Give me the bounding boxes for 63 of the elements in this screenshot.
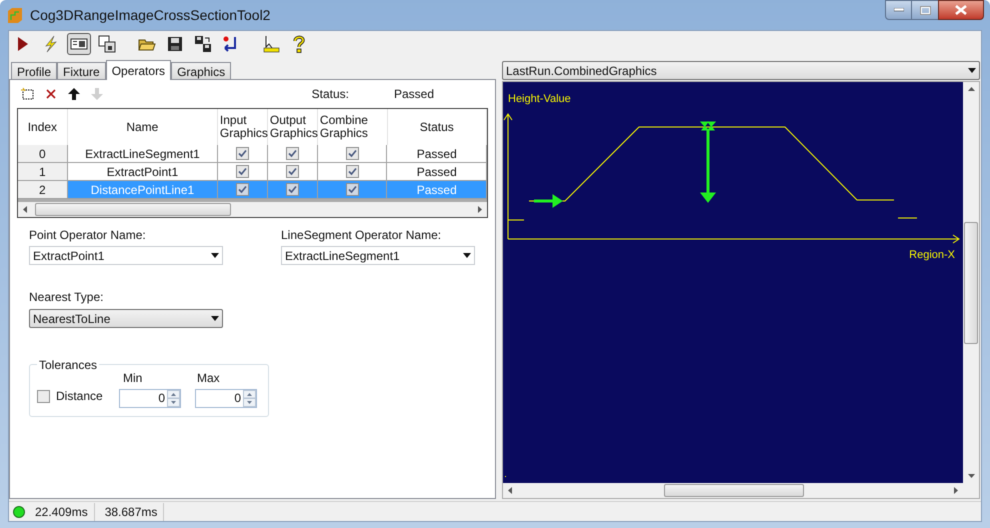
maximize-button[interactable] <box>912 0 938 20</box>
y-axis-label: Height-Value <box>508 92 571 107</box>
maximize-icon <box>920 6 930 14</box>
windows-icon <box>98 35 116 53</box>
dropdown-arrow-icon <box>463 253 471 258</box>
dropdown-arrow-icon <box>211 316 219 321</box>
checkbox[interactable] <box>286 147 299 160</box>
number-field[interactable]: 0 <box>119 389 181 408</box>
close-button[interactable] <box>938 0 984 20</box>
minimize-icon <box>894 8 904 12</box>
checkbox[interactable] <box>37 390 50 402</box>
checkbox[interactable] <box>236 147 250 160</box>
toolbar-button[interactable] <box>67 33 91 55</box>
checkbox[interactable] <box>346 183 359 196</box>
new-item-icon[interactable] <box>21 87 35 101</box>
row-index: 1 <box>18 163 68 181</box>
table-row[interactable]: 1 ExtractPoint1 Passed <box>18 163 487 181</box>
row-index: 0 <box>18 145 68 163</box>
point-arrow <box>534 194 563 208</box>
delete-icon[interactable] <box>44 87 58 101</box>
pointer-ruler-icon <box>262 35 280 53</box>
point-operator-dropdown[interactable]: ExtractPoint1 <box>29 246 223 265</box>
graphics-selector-dropdown[interactable]: LastRun.CombinedGraphics <box>502 61 980 80</box>
field-label: Point Operator Name: <box>29 227 147 244</box>
horizontal-scrollbar[interactable] <box>18 202 487 217</box>
spinner-arrows-icon[interactable] <box>243 390 256 407</box>
table-row[interactable]: 2 DistancePointLine1 Passed <box>18 181 487 199</box>
checkbox[interactable] <box>236 165 250 178</box>
tab[interactable]: Profile <box>11 62 58 79</box>
checkbox[interactable] <box>236 183 250 196</box>
checkbox[interactable] <box>346 165 359 178</box>
tab[interactable]: Operators <box>106 60 172 80</box>
status-label: Status: <box>312 86 349 103</box>
tab[interactable]: Graphics <box>171 62 232 79</box>
dropdown-arrow-icon <box>968 68 976 73</box>
field-label: Min <box>122 370 144 387</box>
spinner-arrows-icon[interactable] <box>167 390 180 407</box>
field-label: Max <box>196 370 221 387</box>
app-icon <box>6 6 24 24</box>
checkbox[interactable] <box>286 183 299 196</box>
dropdown-arrow-icon <box>211 253 219 258</box>
number-field[interactable]: 0 <box>195 389 257 408</box>
table-cell: Passed <box>387 181 488 199</box>
status-value: Passed <box>394 86 434 103</box>
timing-text: 22.409ms <box>29 502 95 520</box>
timing-text: 38.687ms <box>98 502 164 520</box>
checkbox-label: Distance <box>56 388 103 405</box>
floppy-disks-icon <box>194 35 212 53</box>
tab[interactable]: Fixture <box>57 62 106 79</box>
line-segment-operator-dropdown[interactable]: ExtractLineSegment1 <box>281 246 475 265</box>
table-row[interactable]: 0 ExtractLineSegment1 Passed <box>18 145 487 163</box>
row-index: 2 <box>18 181 68 199</box>
nearest-type-dropdown[interactable]: NearestToLine <box>29 309 223 328</box>
checkbox[interactable] <box>346 147 359 160</box>
table-cell: DistancePointLine1 <box>68 181 218 199</box>
close-icon <box>955 5 967 15</box>
checkbox[interactable] <box>286 165 299 178</box>
field-label: LineSegment Operator Name: <box>281 227 442 244</box>
minimize-button[interactable] <box>885 0 912 20</box>
window-title: Cog3DRangeImageCrossSectionTool2 <box>30 6 270 25</box>
field-label: Nearest Type: <box>29 289 104 306</box>
up-arrow-icon[interactable] <box>67 87 81 101</box>
x-axis-label: Region-X <box>909 248 955 263</box>
